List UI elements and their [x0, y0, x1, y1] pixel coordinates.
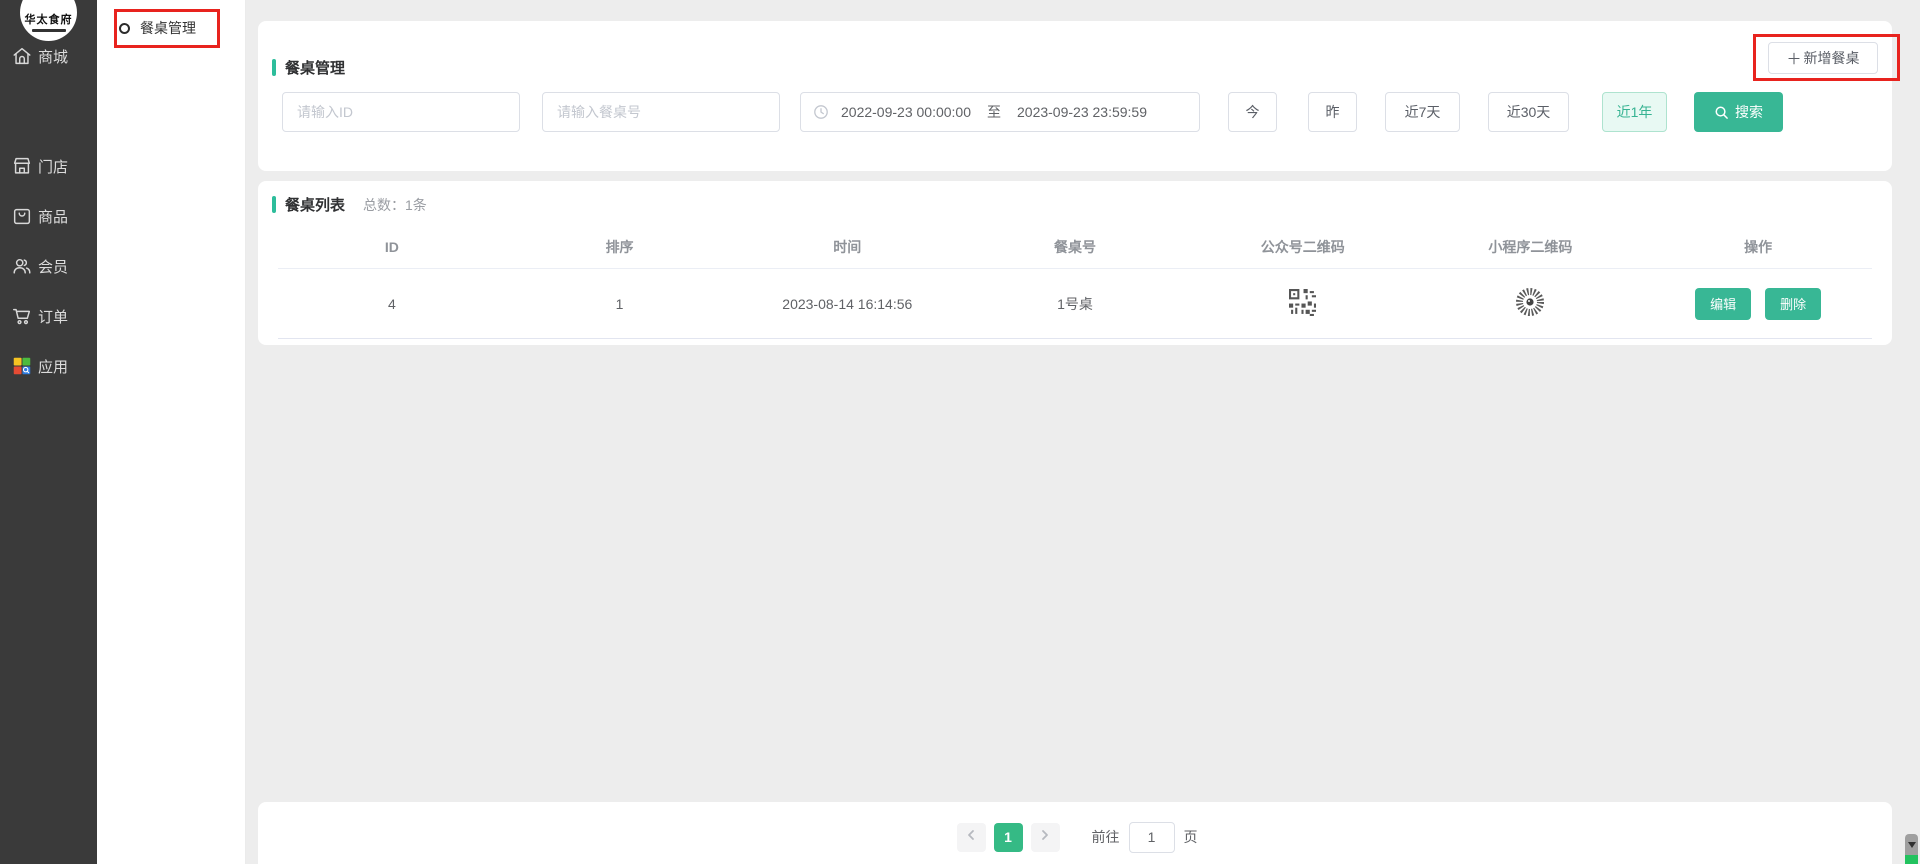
delete-button[interactable]: 删除 — [1765, 288, 1821, 320]
table-no-field[interactable] — [542, 92, 780, 132]
col-header-official-qr: 公众号二维码 — [1189, 237, 1417, 257]
secondary-sidebar: 餐桌管理 — [97, 0, 246, 864]
quick-btn-yesterday[interactable]: 昨 — [1308, 92, 1357, 132]
sidebar-item-label: 门店 — [38, 156, 68, 177]
title-bar-accent — [272, 59, 276, 76]
plus-icon: ＋ — [1786, 48, 1801, 69]
home-icon — [11, 45, 33, 67]
circle-bullet-icon — [119, 23, 130, 34]
date-start-value: 2022-09-23 00:00:00 — [841, 104, 971, 120]
date-range-picker[interactable]: 2022-09-23 00:00:00 至 2023-09-23 23:59:5… — [800, 92, 1200, 132]
apps-icon — [11, 355, 33, 377]
goods-icon — [11, 205, 33, 227]
quick-btn-last30days[interactable]: 近30天 — [1488, 92, 1569, 132]
storefront-icon — [11, 155, 33, 177]
col-header-table-no: 餐桌号 — [961, 237, 1189, 257]
page-number-active[interactable]: 1 — [994, 823, 1023, 852]
sidebar-item-members[interactable]: 会员 — [0, 246, 97, 286]
sidebar-item-label: 应用 — [38, 356, 68, 377]
quick-btn-label: 近1年 — [1617, 102, 1653, 122]
quick-btn-last7days[interactable]: 近7天 — [1385, 92, 1460, 132]
prev-page-button[interactable] — [957, 823, 986, 852]
col-header-id: ID — [278, 239, 506, 255]
quick-btn-label: 今 — [1246, 102, 1260, 122]
logo-subtext-decoration — [32, 29, 66, 32]
filter-card-title: 餐桌管理 — [272, 57, 345, 78]
cell-actions: 编辑 删除 — [1644, 288, 1872, 320]
page-unit-label: 页 — [1184, 827, 1198, 847]
cell-table-no: 1号桌 — [961, 294, 1189, 314]
add-table-button-label: 新增餐桌 — [1804, 48, 1860, 68]
page-title: 餐桌管理 — [285, 57, 345, 78]
chevron-right-icon — [1039, 828, 1051, 846]
submenu-item-table-management[interactable]: 餐桌管理 — [111, 12, 196, 44]
tables-table: ID 排序 时间 餐桌号 公众号二维码 小程序二维码 操作 4 1 2023-0… — [278, 225, 1872, 339]
sidebar-item-label: 会员 — [38, 256, 68, 277]
table-header-row: ID 排序 时间 餐桌号 公众号二维码 小程序二维码 操作 — [278, 225, 1872, 269]
search-icon — [1714, 105, 1729, 120]
scrollbar-thumb[interactable] — [1905, 834, 1918, 855]
scrollbar-green-segment — [1905, 855, 1918, 864]
sidebar-item-goods[interactable]: 商品 — [0, 196, 97, 236]
search-button-label: 搜索 — [1735, 102, 1763, 122]
scrollbar-widget[interactable] — [1905, 834, 1918, 864]
quick-btn-label: 近7天 — [1405, 102, 1441, 122]
col-header-miniprogram-qr: 小程序二维码 — [1417, 237, 1645, 257]
add-table-button[interactable]: ＋ 新增餐桌 — [1768, 42, 1878, 74]
chevron-left-icon — [965, 828, 977, 846]
cell-id: 4 — [278, 296, 506, 312]
col-header-sort: 排序 — [506, 237, 734, 257]
members-icon — [11, 255, 33, 277]
quick-btn-last1year[interactable]: 近1年 — [1602, 92, 1667, 132]
sidebar-item-orders[interactable]: 订单 — [0, 296, 97, 336]
page: 华太食府 商城 门店 商品 — [0, 0, 1920, 864]
cell-official-qr — [1189, 289, 1417, 319]
list-card-title: 餐桌列表 总数：1条 — [272, 194, 427, 215]
sidebar-item-store[interactable]: 门店 — [0, 146, 97, 186]
table-no-input[interactable] — [557, 104, 765, 120]
primary-sidebar: 华太食府 商城 门店 商品 — [0, 0, 97, 864]
title-bar-accent — [272, 196, 276, 213]
id-field[interactable] — [282, 92, 520, 132]
logo-text: 华太食府 — [25, 11, 73, 27]
pagination-card: 1 前往 1 页 — [258, 802, 1892, 864]
list-total-count: 总数：1条 — [363, 195, 427, 215]
goto-label: 前往 — [1092, 827, 1120, 847]
cell-time: 2023-08-14 16:14:56 — [733, 296, 961, 312]
sidebar-item-label: 订单 — [38, 306, 68, 327]
col-header-time: 时间 — [733, 237, 961, 257]
cell-sort: 1 — [506, 296, 734, 312]
miniprogram-code-icon[interactable] — [1515, 287, 1545, 320]
filter-card: 餐桌管理 ＋ 新增餐桌 2022-09-23 00:00:00 至 2023-0… — [258, 21, 1892, 171]
clock-icon — [813, 104, 829, 120]
sidebar-item-label: 商品 — [38, 206, 68, 227]
list-card: 餐桌列表 总数：1条 ID 排序 时间 餐桌号 公众号二维码 小程序二维码 操作… — [258, 181, 1892, 345]
sidebar-item-mall[interactable]: 商城 — [0, 36, 97, 76]
sidebar-item-apps[interactable]: 应用 — [0, 346, 97, 386]
list-title: 餐桌列表 — [285, 194, 345, 215]
date-separator: 至 — [987, 102, 1001, 122]
app-logo: 华太食府 — [20, 0, 77, 41]
col-header-actions: 操作 — [1644, 237, 1872, 257]
cell-miniprogram-qr — [1417, 287, 1645, 320]
qrcode-icon[interactable] — [1289, 289, 1316, 319]
edit-button[interactable]: 编辑 — [1695, 288, 1751, 320]
goto-page-group: 前往 1 页 — [1092, 822, 1198, 853]
table-row: 4 1 2023-08-14 16:14:56 1号桌 — [278, 269, 1872, 339]
date-end-value: 2023-09-23 23:59:59 — [1017, 104, 1147, 120]
search-button[interactable]: 搜索 — [1694, 92, 1783, 132]
next-page-button[interactable] — [1031, 823, 1060, 852]
scroll-arrow-icon — [1908, 842, 1916, 848]
goto-page-input[interactable]: 1 — [1129, 822, 1175, 853]
pagination: 1 前往 1 页 — [258, 802, 1892, 864]
orders-icon — [11, 305, 33, 327]
submenu-item-label: 餐桌管理 — [140, 18, 196, 38]
quick-btn-today[interactable]: 今 — [1228, 92, 1277, 132]
quick-btn-label: 近30天 — [1507, 102, 1551, 122]
sidebar-item-label: 商城 — [38, 46, 68, 67]
id-input[interactable] — [297, 104, 505, 120]
quick-btn-label: 昨 — [1326, 102, 1340, 122]
